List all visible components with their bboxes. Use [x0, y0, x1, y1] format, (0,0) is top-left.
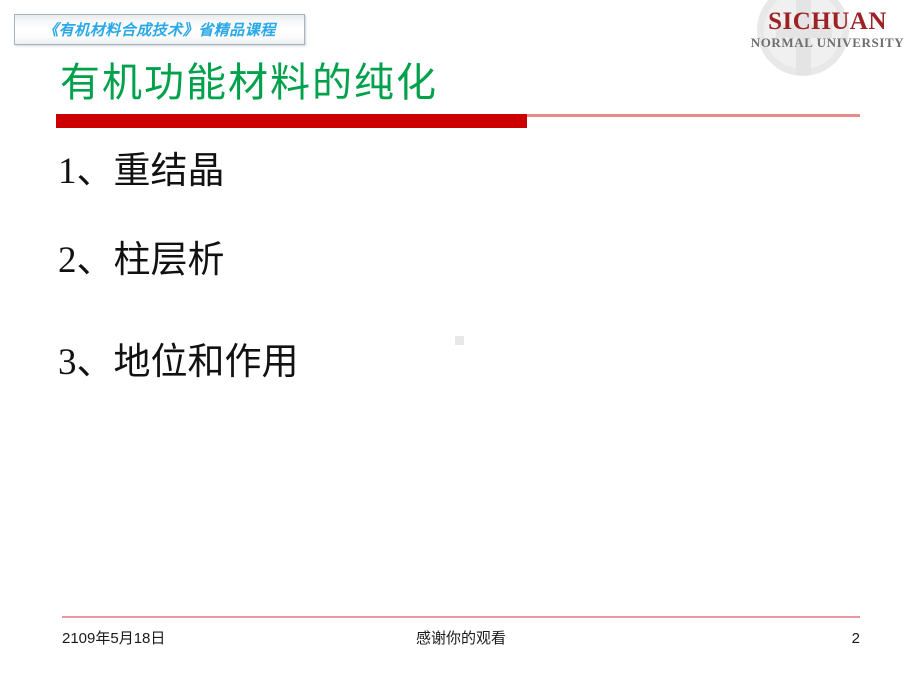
footer-divider	[62, 616, 860, 618]
title-underline-thick	[56, 114, 527, 128]
title-underline-thin	[527, 114, 860, 117]
course-badge-label: 《有机材料合成技术》省精品课程	[43, 22, 276, 39]
logo-university-subtitle: NORMAL UNIVERSITY	[750, 35, 905, 50]
footer-note: 感谢你的观看	[415, 630, 506, 647]
list-item: 3、地位和作用	[58, 342, 299, 384]
slide-title: 有机功能材料的纯化	[60, 60, 438, 106]
slide-canvas: 《有机材料合成技术》省精品课程 SICHUAN NORMAL UNIVERSIT…	[0, 0, 920, 690]
logo-university-name: SICHUAN	[768, 8, 887, 35]
list-item: 1、重结晶	[58, 151, 225, 192]
footer-page-number: 2	[851, 630, 860, 647]
slide-body-list: 1、重结晶 2、柱层析 3、地位和作用	[58, 151, 698, 384]
placeholder-marker	[455, 336, 464, 345]
course-badge: 《有机材料合成技术》省精品课程	[14, 14, 305, 45]
university-logo: SICHUAN NORMAL UNIVERSITY	[735, 0, 920, 76]
list-item: 2、柱层析	[58, 239, 225, 281]
slide-footer: 2109年5月18日 感谢你的观看 2	[62, 628, 860, 650]
